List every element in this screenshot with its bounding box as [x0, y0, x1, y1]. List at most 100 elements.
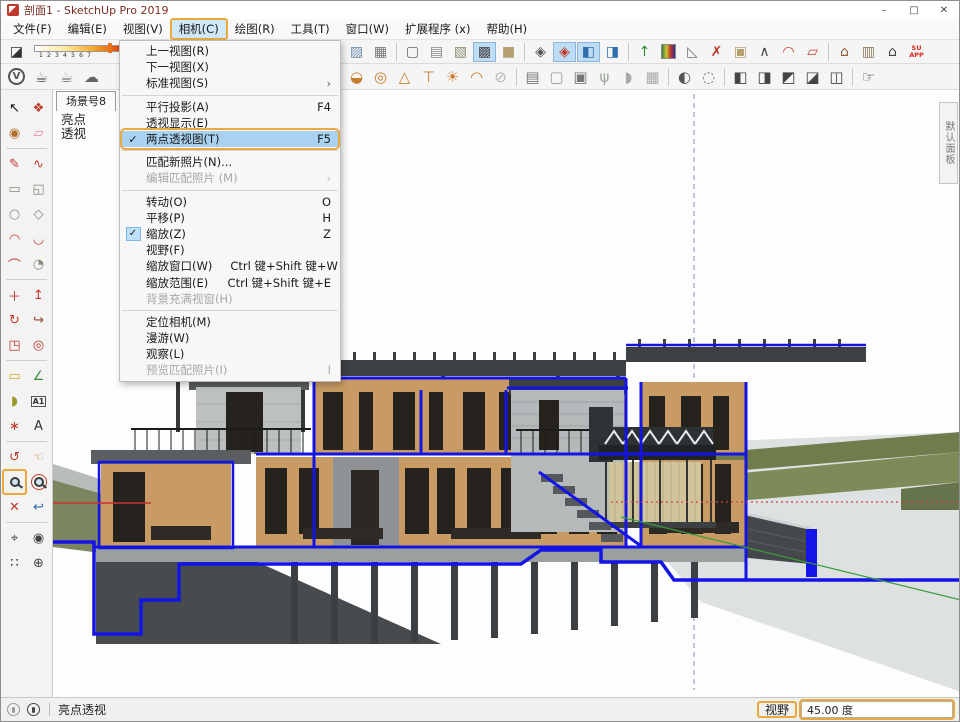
compass-tool[interactable]: ⊕: [27, 551, 50, 575]
default-tray-tab[interactable]: 默认面板: [939, 102, 958, 184]
walk-tool[interactable]: ∷: [3, 551, 26, 575]
follow-me-tool[interactable]: ↪: [27, 308, 50, 332]
window-grid-icon[interactable]: ▦: [641, 65, 664, 88]
fov-input[interactable]: [801, 701, 953, 718]
sandbox-stamp-icon[interactable]: ⊤: [417, 65, 440, 88]
sandbox-drape-icon[interactable]: ☀: [441, 65, 464, 88]
box-outline-icon[interactable]: ▢: [545, 65, 568, 88]
camera-menu-item-16[interactable]: 缩放范围(E)Ctrl 键+Shift 键+E: [120, 274, 340, 290]
camera-menu-item-19[interactable]: 定位相机(M): [120, 314, 340, 330]
minimize-button[interactable]: –: [869, 1, 899, 19]
shadow-settings-icon[interactable]: ◪: [5, 42, 28, 62]
camera-menu-item-11[interactable]: 转动(O)O: [120, 194, 340, 210]
camera-menu-item-0[interactable]: 上一视图(R): [120, 43, 340, 59]
tape-measure-tool[interactable]: ▭: [3, 364, 26, 388]
camera-menu-item-12[interactable]: 平移(P)H: [120, 210, 340, 226]
select-tool[interactable]: ↖: [3, 96, 26, 120]
chaos-cloud-icon[interactable]: ☁: [80, 65, 103, 88]
eraser-tool[interactable]: ▱: [27, 121, 50, 145]
section-plane-icon[interactable]: ◈: [529, 42, 552, 62]
scale-tool[interactable]: ◳: [3, 333, 26, 357]
threed-text-tool[interactable]: A: [27, 414, 50, 438]
paint-bucket-tool[interactable]: ◉: [3, 121, 26, 145]
rectangle-tool[interactable]: ▭: [3, 177, 26, 201]
menu-item-2[interactable]: 视图(V): [115, 19, 171, 39]
rotate-tool[interactable]: ↻: [3, 308, 26, 332]
path-frame-icon[interactable]: ∧: [753, 42, 776, 62]
shadow-time-strip[interactable]: 1234567: [34, 43, 126, 61]
back-edges-icon[interactable]: ▦: [369, 42, 392, 62]
camera-menu-item-2[interactable]: 标准视图(S)›: [120, 75, 340, 91]
grass-tool-icon[interactable]: ψ: [593, 65, 616, 88]
cube-style-1-icon[interactable]: ◧: [729, 65, 752, 88]
leaf-tool-icon[interactable]: ◗: [617, 65, 640, 88]
axes-tool[interactable]: ∗: [3, 414, 26, 438]
close-button[interactable]: ✕: [929, 1, 959, 19]
look-around-tool[interactable]: ◉: [27, 526, 50, 550]
camera-menu-item-6[interactable]: ✓两点透视图(T)F5: [120, 131, 340, 147]
vray-interactive-render-icon[interactable]: ☕: [55, 65, 78, 88]
sandbox-flip-edge-icon[interactable]: ⊘: [489, 65, 512, 88]
polygon-tool[interactable]: ◇: [27, 202, 50, 226]
previous-view-tool[interactable]: ↩: [27, 495, 50, 519]
move-tool[interactable]: ＋: [3, 283, 26, 307]
camera-menu-item-15[interactable]: 缩放窗口(W)Ctrl 键+Shift 键+W: [120, 258, 340, 274]
cube-style-2-icon[interactable]: ◨: [753, 65, 776, 88]
camera-menu-item-13[interactable]: ✓缩放(Z)Z: [120, 226, 340, 242]
section-fill-icon[interactable]: ◨: [601, 42, 624, 62]
scene-tab[interactable]: 场景号8: [56, 91, 116, 111]
line-tool[interactable]: ✎: [3, 152, 26, 176]
freehand-tool[interactable]: ∿: [27, 152, 50, 176]
hidden-line-icon[interactable]: ▤: [425, 42, 448, 62]
circle-tool[interactable]: ○: [3, 202, 26, 226]
texture-box-icon[interactable]: ▣: [729, 42, 752, 62]
position-camera-tool[interactable]: ⌖: [3, 526, 26, 550]
rotated-rectangle-tool[interactable]: ◱: [27, 177, 50, 201]
menu-item-0[interactable]: 文件(F): [5, 19, 60, 39]
cube-pointer-icon[interactable]: ☞: [857, 65, 880, 88]
zoom-window-tool[interactable]: [27, 470, 50, 494]
arc-tool[interactable]: ◠: [3, 227, 26, 251]
shaded-textures-icon[interactable]: ▩: [473, 42, 496, 62]
display-section-cuts-icon[interactable]: ◧: [577, 42, 600, 62]
select-dashed-icon[interactable]: ◌: [697, 65, 720, 88]
box-new-icon[interactable]: ▣: [569, 65, 592, 88]
monochrome-icon[interactable]: ■: [497, 42, 520, 62]
protractor-tool[interactable]: ∠: [27, 364, 50, 388]
sandbox-add-detail-icon[interactable]: ◠: [465, 65, 488, 88]
cube-style-4-icon[interactable]: ◪: [801, 65, 824, 88]
match-photo-board-icon[interactable]: ▤: [521, 65, 544, 88]
geolocation-icon[interactable]: [7, 703, 20, 716]
zoom-tool[interactable]: [3, 470, 26, 494]
camera-menu-item-1[interactable]: 下一视图(X): [120, 59, 340, 75]
camera-menu-item-21[interactable]: 观察(L): [120, 346, 340, 362]
sandbox-from-scratch-icon[interactable]: ◎: [369, 65, 392, 88]
zoom-extents-tool[interactable]: ✕: [3, 495, 26, 519]
xray-mode-icon[interactable]: ▨: [345, 42, 368, 62]
camera-menu-item-14[interactable]: 视野(F): [120, 242, 340, 258]
quad-face-icon[interactable]: ▱: [801, 42, 824, 62]
menu-item-4[interactable]: 绘图(R): [227, 19, 283, 39]
three-point-arc-tool[interactable]: ⌒: [3, 252, 26, 276]
sandbox-from-contours-icon[interactable]: ◒: [345, 65, 368, 88]
menu-item-8[interactable]: 帮助(H): [478, 19, 535, 39]
component-house-icon[interactable]: ⌂: [833, 42, 856, 62]
camera-menu-item-8[interactable]: 匹配新照片(N)...: [120, 154, 340, 170]
credits-icon[interactable]: [27, 703, 40, 716]
model-box-icon[interactable]: ▥: [857, 42, 880, 62]
shaded-icon[interactable]: ▧: [449, 42, 472, 62]
text-tool[interactable]: A1: [27, 389, 50, 413]
vray-render-icon[interactable]: ☕: [30, 65, 53, 88]
suapp-badge[interactable]: SUAPP: [905, 42, 928, 62]
menu-item-1[interactable]: 编辑(E): [60, 19, 115, 39]
wireframe-icon[interactable]: ▢: [401, 42, 424, 62]
vray-logo-icon[interactable]: V: [5, 65, 28, 88]
menu-item-6[interactable]: 窗口(W): [338, 19, 397, 39]
solar-north-icon[interactable]: ↑: [633, 42, 656, 62]
camera-menu-item-5[interactable]: 透视显示(E): [120, 115, 340, 131]
pie-tool[interactable]: ◔: [27, 252, 50, 276]
spectrum-icon[interactable]: [657, 42, 680, 62]
make-component-tool[interactable]: ❖: [27, 96, 50, 120]
sandbox-smoove-icon[interactable]: △: [393, 65, 416, 88]
orbit-tool[interactable]: ↺: [3, 445, 26, 469]
